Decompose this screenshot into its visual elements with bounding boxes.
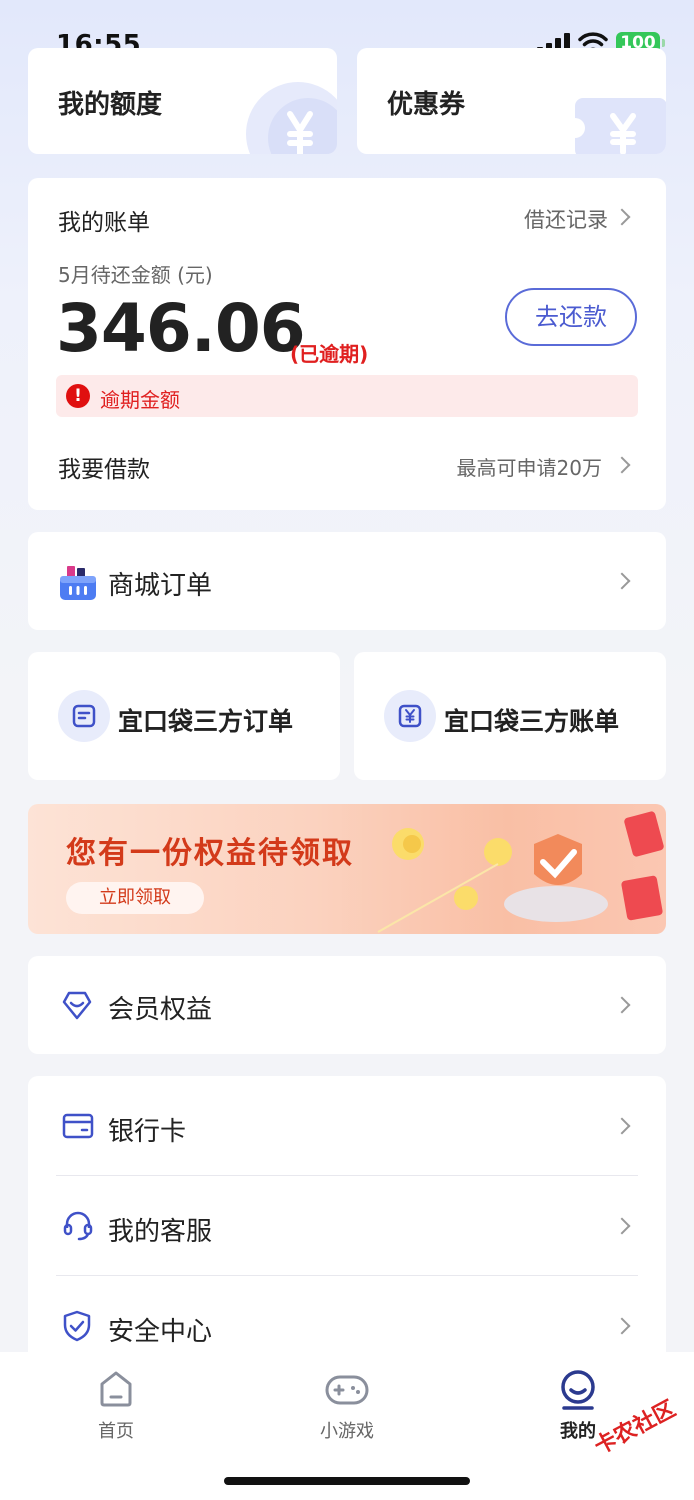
claim-now-button[interactable]: 立即领取 [66, 882, 204, 914]
third-party-bills-label: 宜口袋三方账单 [444, 707, 620, 736]
chevron-right-icon [613, 996, 631, 1014]
chevron-right-icon [613, 572, 631, 590]
tab-home-label: 首页 [98, 1421, 134, 1442]
member-rights-label: 会员权益 [108, 995, 213, 1025]
repay-button[interactable]: 去还款 [505, 288, 637, 346]
bank-card-icon [62, 1113, 94, 1139]
member-rights-row[interactable]: 会员权益 [28, 956, 666, 1054]
gamepad-icon [325, 1375, 369, 1405]
headset-icon [63, 1211, 93, 1241]
chevron-right-icon [613, 1317, 631, 1335]
home-icon [100, 1371, 132, 1407]
bill-card: 我的账单 借还记录 5月待还金额 (元) 346.06 (已逾期) 去还款 ! … [28, 178, 666, 510]
bank-card-label: 银行卡 [108, 1117, 187, 1147]
alert-icon: ! [66, 384, 90, 408]
rights-banner[interactable]: 您有一份权益待领取 立即领取 [28, 804, 666, 934]
tab-home[interactable]: 首页 [56, 1352, 176, 1452]
coupon-ticket-icon [569, 98, 666, 154]
banner-title: 您有一份权益待领取 [66, 836, 354, 871]
profile-icon [561, 1370, 595, 1410]
shield-icon [63, 1310, 91, 1342]
yen-coin-icon [246, 82, 337, 154]
mall-order-row[interactable]: 商城订单 [28, 532, 666, 630]
quota-title: 我的额度 [58, 90, 163, 120]
coupon-title: 优惠券 [387, 90, 466, 120]
yen-bill-icon [384, 690, 436, 742]
security-center-label: 安全中心 [108, 1317, 213, 1347]
overdue-notice[interactable]: ! 逾期金额 [56, 375, 638, 417]
chevron-right-icon[interactable] [613, 208, 631, 226]
customer-service-row[interactable]: 我的客服 [28, 1176, 666, 1276]
third-party-orders-label: 宜口袋三方订单 [118, 707, 294, 736]
customer-service-label: 我的客服 [108, 1217, 213, 1247]
mall-order-label: 商城订单 [108, 571, 213, 601]
bill-month-label: 5月待还金额 (元) [58, 263, 213, 287]
borrow-label[interactable]: 我要借款 [58, 450, 150, 484]
bill-title: 我的账单 [58, 210, 150, 236]
chevron-right-icon [613, 1217, 631, 1235]
overdue-notice-text: 逾期金额 [100, 388, 180, 412]
third-party-bills-card[interactable]: 宜口袋三方账单 [354, 652, 666, 780]
bottom-tabbar: 首页 小游戏 我的 [0, 1352, 694, 1500]
coupon-card[interactable]: 优惠券 [357, 48, 666, 154]
chevron-right-icon [613, 1117, 631, 1135]
tab-mini-games[interactable]: 小游戏 [287, 1352, 407, 1452]
bill-history-link[interactable]: 借还记录 [524, 204, 608, 234]
overdue-tag: (已逾期) [290, 342, 369, 366]
chevron-right-icon[interactable] [613, 456, 631, 474]
home-indicator [224, 1477, 470, 1485]
quota-card[interactable]: 我的额度 [28, 48, 337, 154]
vip-badge-icon [62, 991, 92, 1020]
tab-mini-games-label: 小游戏 [320, 1421, 374, 1442]
borrow-limit[interactable]: 最高可申请20万 [457, 452, 602, 481]
settings-list: 银行卡 我的客服 安全中心 [28, 1076, 666, 1366]
shopping-basket-icon [60, 566, 96, 600]
bill-amount: 346.06 [56, 290, 306, 367]
bank-card-row[interactable]: 银行卡 [28, 1076, 666, 1176]
third-party-orders-card[interactable]: 宜口袋三方订单 [28, 652, 340, 780]
order-doc-icon [58, 690, 110, 742]
